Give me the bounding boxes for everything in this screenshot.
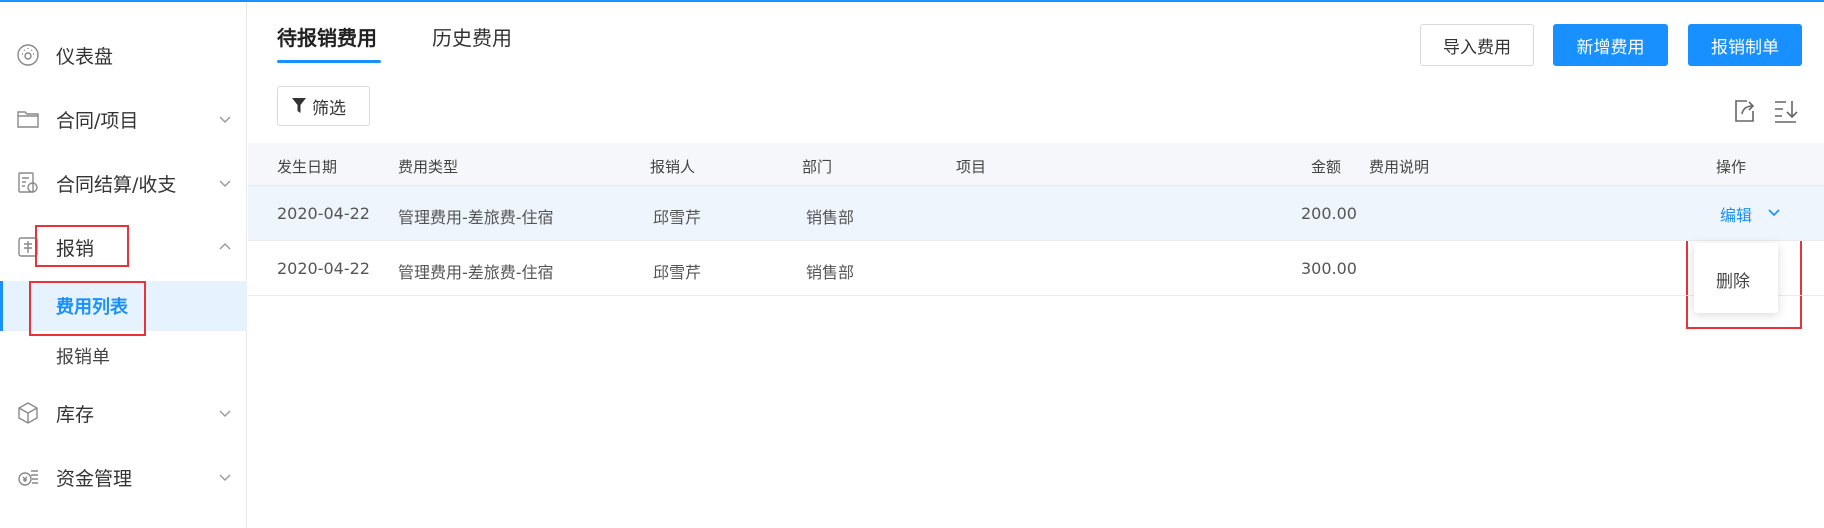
tab-active-underline bbox=[277, 60, 381, 63]
column-header-desc: 费用说明 bbox=[1369, 158, 1430, 176]
chevron-down-icon bbox=[219, 116, 231, 123]
fund-icon bbox=[18, 470, 38, 486]
sidebar-subitem-expense-list[interactable]: 费用列表 bbox=[0, 281, 247, 331]
column-header-date: 发生日期 bbox=[277, 158, 338, 176]
sidebar-item-settlement[interactable]: 合同结算/收支 bbox=[0, 159, 247, 207]
sort-download-icon[interactable] bbox=[1772, 97, 1800, 125]
sidebar-item-label: 仪表盘 bbox=[56, 45, 114, 68]
column-header-person: 报销人 bbox=[650, 158, 696, 176]
table-header: 发生日期 费用类型 报销人 部门 项目 金额 费用说明 操作 bbox=[248, 143, 1824, 186]
sidebar-item-label: 库存 bbox=[56, 403, 95, 426]
column-header-dept: 部门 bbox=[802, 158, 833, 176]
sidebar-item-contract-project[interactable]: 合同/项目 bbox=[0, 95, 247, 143]
reimburse-icon bbox=[18, 237, 38, 257]
sidebar-item-label: 合同/项目 bbox=[56, 109, 139, 132]
filter-button[interactable]: 筛选 bbox=[277, 86, 370, 126]
tab-history-expense[interactable]: 历史费用 bbox=[432, 22, 512, 51]
table-row[interactable]: 2020-04-22 管理费用-差旅费-住宿 邱雪芹 销售部 300.00 bbox=[248, 241, 1824, 296]
column-header-project: 项目 bbox=[956, 158, 987, 176]
sidebar-item-label: 报销 bbox=[56, 237, 95, 260]
sidebar-subitem-label: 费用列表 bbox=[56, 297, 128, 318]
export-icon[interactable] bbox=[1731, 97, 1759, 125]
cell-date: 2020-04-22 bbox=[277, 204, 370, 223]
add-expense-button[interactable]: 新增费用 bbox=[1553, 24, 1668, 66]
sidebar-item-inventory[interactable]: 库存 bbox=[0, 389, 247, 437]
cell-dept: 销售部 bbox=[806, 263, 855, 282]
top-accent-line bbox=[0, 0, 1824, 2]
settlement-icon bbox=[18, 172, 38, 193]
dashboard-icon bbox=[17, 44, 39, 66]
column-header-amount: 金额 bbox=[1311, 158, 1342, 176]
active-indicator bbox=[0, 281, 3, 331]
column-header-ops: 操作 bbox=[1716, 158, 1747, 176]
operations-dropdown: 删除 bbox=[1694, 243, 1778, 313]
cell-type: 管理费用-差旅费-住宿 bbox=[398, 263, 554, 282]
cell-date: 2020-04-22 bbox=[277, 259, 370, 278]
sidebar: 仪表盘 合同/项目 合同结算/收支 报销 费用列表 报销单 库存 资金管理 bbox=[0, 2, 247, 528]
cell-amount: 300.00 bbox=[1301, 259, 1357, 278]
chevron-down-icon bbox=[219, 180, 231, 187]
delete-menu-item[interactable]: 删除 bbox=[1716, 267, 1750, 292]
sidebar-item-label: 合同结算/收支 bbox=[56, 173, 177, 196]
filter-label: 筛选 bbox=[312, 98, 346, 119]
tab-pending-expense[interactable]: 待报销费用 bbox=[277, 22, 377, 51]
cube-icon bbox=[18, 402, 38, 424]
cell-amount: 200.00 bbox=[1301, 204, 1357, 223]
sidebar-item-reimburse[interactable]: 报销 bbox=[0, 223, 247, 271]
chevron-down-icon[interactable] bbox=[1766, 204, 1782, 220]
column-header-type: 费用类型 bbox=[398, 158, 459, 176]
sidebar-item-fund[interactable]: 资金管理 bbox=[0, 453, 247, 501]
folder-icon bbox=[17, 111, 39, 128]
reimburse-create-button[interactable]: 报销制单 bbox=[1688, 24, 1802, 66]
table-row[interactable]: 2020-04-22 管理费用-差旅费-住宿 邱雪芹 销售部 200.00 bbox=[248, 186, 1824, 241]
sidebar-subitem-label: 报销单 bbox=[56, 347, 110, 368]
cell-dept: 销售部 bbox=[806, 208, 855, 227]
edit-link[interactable]: 编辑 bbox=[1720, 202, 1752, 226]
chevron-down-icon bbox=[219, 410, 231, 417]
cell-person: 邱雪芹 bbox=[653, 263, 702, 282]
import-expense-button[interactable]: 导入费用 bbox=[1420, 24, 1534, 66]
cell-person: 邱雪芹 bbox=[653, 208, 702, 227]
sidebar-item-dashboard[interactable]: 仪表盘 bbox=[0, 31, 247, 79]
sidebar-item-label: 资金管理 bbox=[56, 467, 133, 490]
chevron-up-icon bbox=[219, 243, 231, 250]
filter-icon bbox=[292, 98, 306, 113]
sidebar-subitem-reimburse-form[interactable]: 报销单 bbox=[0, 331, 247, 381]
chevron-down-icon bbox=[219, 474, 231, 481]
cell-type: 管理费用-差旅费-住宿 bbox=[398, 208, 554, 227]
